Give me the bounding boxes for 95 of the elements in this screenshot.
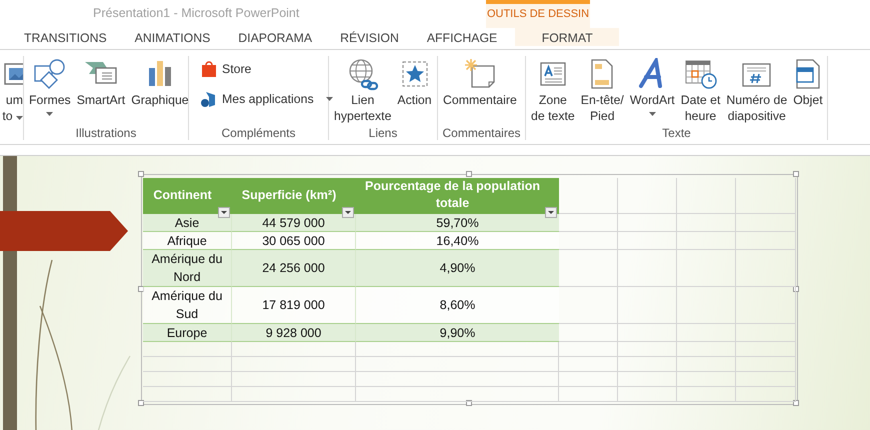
table-cell: Asie: [143, 214, 232, 232]
ribbon-button[interactable]: WordArt: [628, 56, 677, 126]
empty-cell: [736, 372, 796, 387]
ribbon-button[interactable]: Objet: [791, 56, 825, 126]
window-title: Présentation1 - Microsoft PowerPoint: [92, 5, 300, 22]
empty-cell: [677, 372, 736, 387]
ribbon-button[interactable]: Action: [395, 56, 434, 126]
empty-cell: [677, 357, 736, 372]
group-label: Illustrations: [76, 126, 136, 140]
object-icon: [794, 58, 822, 90]
empty-cell: [559, 372, 618, 387]
calendar-clock-icon: [684, 58, 718, 90]
empty-cell: [677, 178, 736, 214]
ribbon-tab[interactable]: FORMAT: [515, 28, 620, 46]
empty-cell: [559, 387, 618, 402]
resize-handle[interactable]: [138, 286, 144, 292]
resize-handle[interactable]: [793, 171, 799, 177]
empty-cell: [618, 250, 677, 287]
table-cell: 30 065 000: [232, 232, 356, 250]
empty-cell: [736, 342, 796, 357]
table-cell: 16,40%: [356, 232, 559, 250]
ribbon-tab[interactable]: AFFICHAGE: [412, 28, 512, 49]
table-cell: 44 579 000: [232, 214, 356, 232]
empty-cell: [736, 357, 796, 372]
empty-cell: [736, 232, 796, 250]
ribbon-button[interactable]: SmartArt: [74, 56, 128, 126]
comment-icon: [462, 58, 497, 90]
empty-cell: [677, 287, 736, 324]
table-cell: 4,90%: [356, 250, 559, 287]
empty-cell: [677, 342, 736, 357]
table-cell: 9,90%: [356, 324, 559, 342]
ribbon-button[interactable]: En-tête/ Pied: [578, 56, 626, 126]
empty-cell: [618, 324, 677, 342]
ribbon-tab[interactable]: ANIMATIONS: [120, 28, 224, 49]
column-header: Continent: [153, 186, 212, 204]
column-header: Superficie (km²): [242, 186, 336, 204]
empty-cell: [736, 178, 796, 214]
empty-cell: [736, 250, 796, 287]
empty-cell: [618, 214, 677, 232]
column-header: Pourcentage de la population totale: [364, 178, 542, 212]
table-cell: 17 819 000: [232, 287, 356, 324]
table-cell: Amérique du Nord: [143, 250, 232, 287]
group-label: Commentaires: [442, 126, 521, 140]
empty-cell: [736, 324, 796, 342]
empty-cell: [618, 232, 677, 250]
empty-cell: [677, 250, 736, 287]
table-cell: Europe: [143, 324, 232, 342]
group-label: Compléments: [221, 126, 296, 140]
ribbon-button[interactable]: Lien hypertexte: [332, 56, 394, 126]
ribbon-button[interactable]: Formes: [27, 56, 73, 126]
ribbon-tab[interactable]: DIAPORAMA: [224, 28, 326, 49]
empty-cell: [677, 324, 736, 342]
table-cell: Amérique du Sud: [143, 287, 232, 324]
resize-handle[interactable]: [138, 400, 144, 406]
empty-cell: [559, 342, 618, 357]
ribbon-button[interactable]: um to: [2, 56, 23, 126]
empty-cell: [618, 357, 677, 372]
ribbon-button[interactable]: Graphique: [129, 56, 191, 126]
empty-cell: [677, 214, 736, 232]
ribbon-button[interactable]: Numéro de diapositive: [724, 56, 790, 126]
ribbon-button[interactable]: Date et heure: [678, 56, 722, 126]
empty-cell: [618, 372, 677, 387]
empty-cell: [618, 342, 677, 357]
ribbon-button[interactable]: Zone de texte: [529, 56, 577, 126]
table-cell: 24 256 000: [232, 250, 356, 287]
empty-cell: [618, 287, 677, 324]
ribbon-button[interactable]: Store: [198, 58, 335, 80]
ribbon-tab[interactable]: RÉVISION: [326, 28, 413, 49]
ribbon-button[interactable]: Mes applications: [198, 88, 335, 110]
empty-cell: [618, 178, 677, 214]
empty-cell: [736, 214, 796, 232]
empty-cell: [677, 387, 736, 402]
empty-cell: [559, 357, 618, 372]
table-cell: 59,70%: [356, 214, 559, 232]
ribbon-tab[interactable]: TRANSITIONS: [10, 28, 121, 49]
empty-cell: [677, 232, 736, 250]
table-cell: 8,60%: [356, 287, 559, 324]
ribbon-button[interactable]: Commentaire: [441, 56, 519, 126]
resize-handle[interactable]: [466, 171, 472, 177]
shopping-bag-icon: [200, 60, 218, 78]
empty-cell: [618, 387, 677, 402]
group-label: Liens: [368, 126, 398, 140]
filter-button[interactable]: [218, 207, 230, 218]
header-footer-icon: [589, 58, 616, 90]
filter-button[interactable]: [545, 207, 557, 218]
contextual-group-label: OUTILS DE DESSIN: [486, 0, 590, 28]
group-label: Texte: [662, 126, 691, 140]
resize-handle[interactable]: [138, 171, 144, 177]
table-cell: 9 928 000: [232, 324, 356, 342]
empty-cell: [736, 387, 796, 402]
apps-icon: [200, 90, 218, 108]
table-cell: Afrique: [143, 232, 232, 250]
shapes-icon: [32, 58, 67, 90]
filter-button[interactable]: [342, 207, 354, 218]
empty-cell: [736, 287, 796, 324]
